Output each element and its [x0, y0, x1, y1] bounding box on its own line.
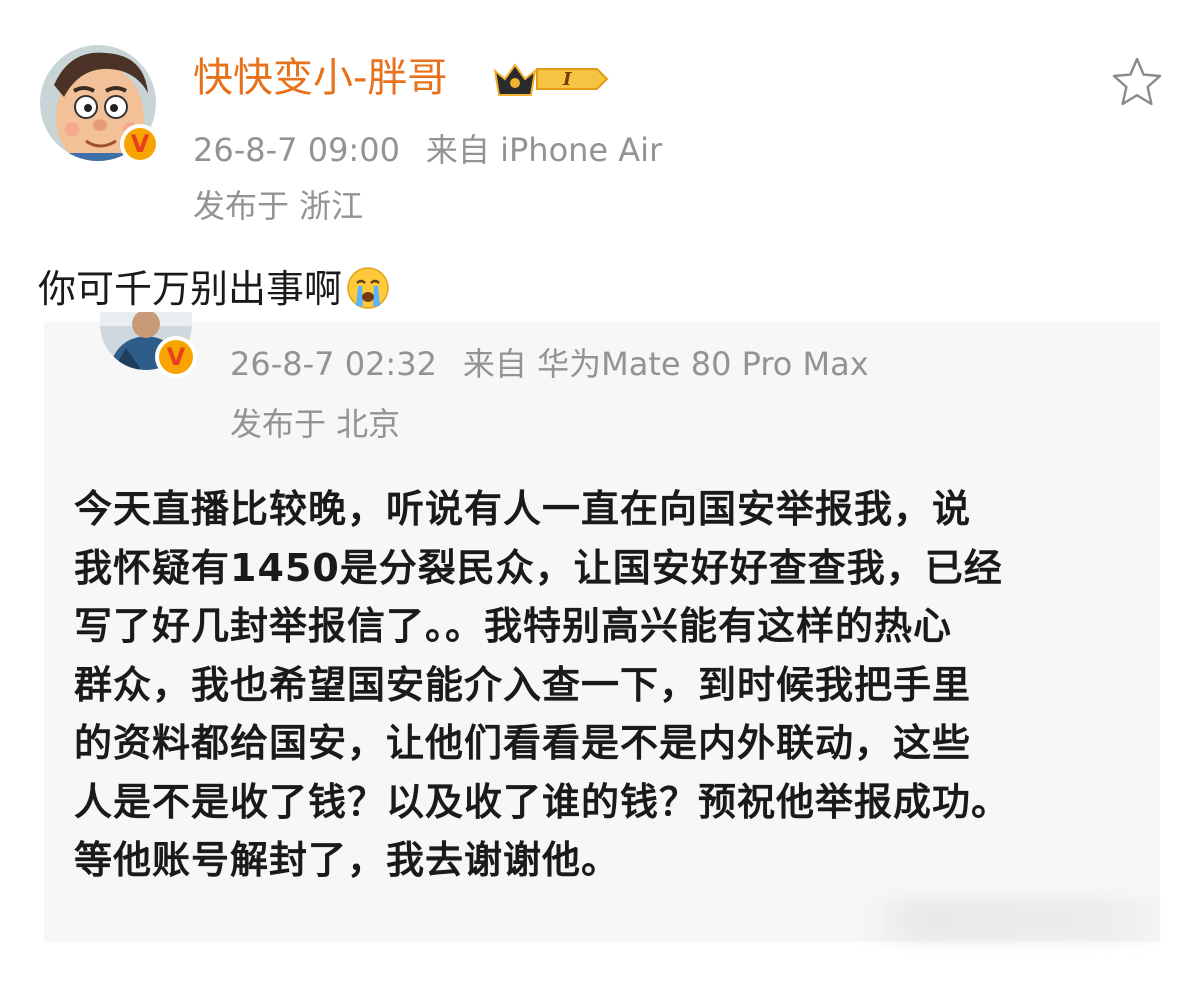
repost-location: 发布于 北京 [230, 405, 401, 443]
repost-body-line: 我怀疑有1450是分裂民众，让国安好好查查我，已经 [74, 545, 1003, 590]
repost-body-line: 等他账号解封了，我去谢谢他。 [74, 838, 621, 882]
repost-source[interactable]: 来自 华为Mate 80 Pro Max [463, 345, 869, 383]
post-source[interactable]: 来自 iPhone Air [426, 131, 662, 169]
star-outline-icon[interactable] [1110, 56, 1164, 108]
repost-meta: 26-8-7 02:32 来自 华为Mate 80 Pro Max [230, 342, 869, 386]
repost-body-line: 写了好几封举报信了。。我特别高兴能有这样的热心 [74, 604, 953, 648]
verified-v-icon: V [120, 124, 160, 164]
repost-body: 今天直播比较晚，听说有人一直在向国安举报我，说 我怀疑有1450是分裂民众，让国… [74, 480, 1144, 890]
comment-text: 你可千万别出事啊 [38, 267, 343, 311]
post-time: 26-8-7 09:00 [193, 131, 400, 169]
verified-v-icon: V [155, 336, 197, 378]
author-name[interactable]: 快快变小-胖哥 [193, 52, 447, 104]
post-meta: 26-8-7 09:00 来自 iPhone Air [193, 128, 662, 172]
member-level-text: I [562, 69, 572, 90]
weibo-post: V 快快变小-胖哥 I 26-8-7 09:00 来自 iPhone Air 发布… [0, 0, 1200, 993]
repost-body-line: 人是不是收了钱？以及收了谁的钱？预祝他举报成功。 [74, 779, 1011, 824]
crying-face-emoji [346, 266, 390, 322]
repost-time: 26-8-7 02:32 [230, 345, 437, 383]
post-comment: 你可千万别出事啊 [38, 264, 390, 322]
repost-body-line: 的资料都给国安，让他们看看是不是内外联动，这些 [74, 721, 972, 765]
repost-body-line: 群众，我也希望国安能介入查一下，到时候我把手里 [74, 662, 972, 707]
repost-body-line: 今天直播比较晚，听说有人一直在向国安举报我，说 [74, 487, 972, 531]
crown-member-badge-icon[interactable]: I [493, 57, 613, 101]
blurred-watermark [860, 898, 1156, 942]
post-location: 发布于 浙江 [193, 187, 364, 225]
